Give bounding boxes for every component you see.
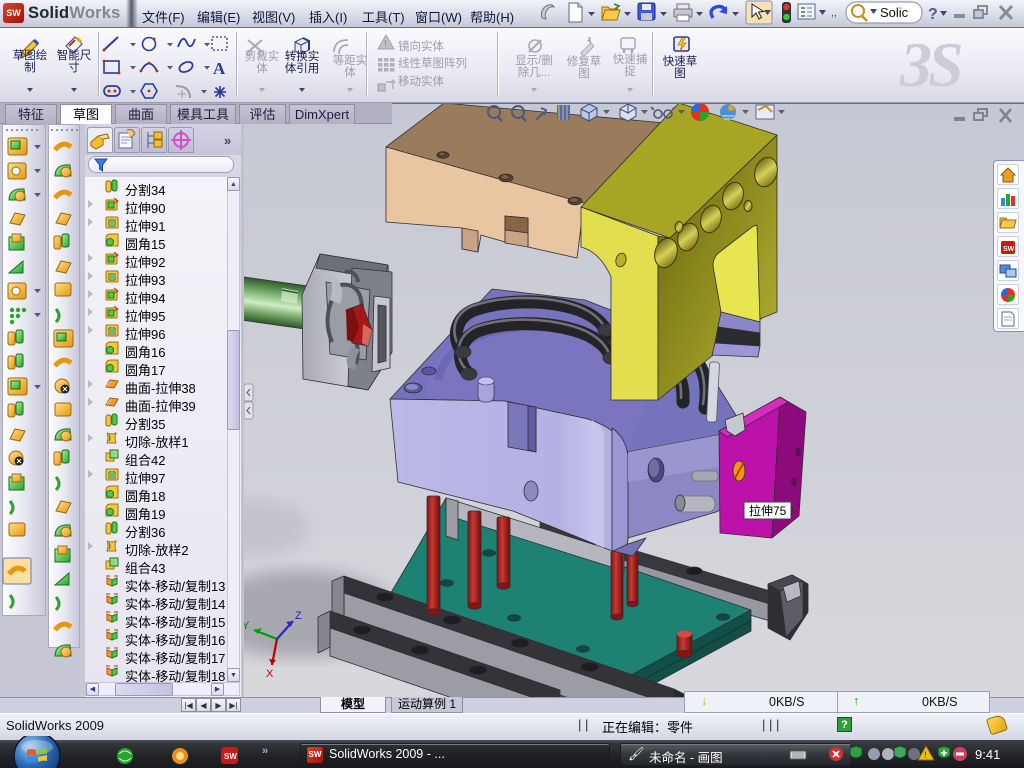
svg-text:»: » [262, 745, 268, 757]
svg-text:Z: Z [295, 610, 302, 622]
svg-text:Y: Y [244, 620, 250, 632]
svg-text:,,: ,, [831, 7, 837, 19]
svg-text:X: X [266, 668, 274, 680]
svg-text:?: ? [928, 6, 938, 23]
svg-text:SW: SW [1003, 246, 1015, 253]
svg-text:SW: SW [224, 752, 237, 761]
svg-text:拉伸75: 拉伸75 [749, 503, 787, 518]
svg-text:A: A [213, 59, 226, 78]
svg-text:Solic: Solic [880, 5, 909, 20]
svg-text:!: ! [924, 750, 927, 760]
svg-text:!: ! [384, 39, 387, 50]
